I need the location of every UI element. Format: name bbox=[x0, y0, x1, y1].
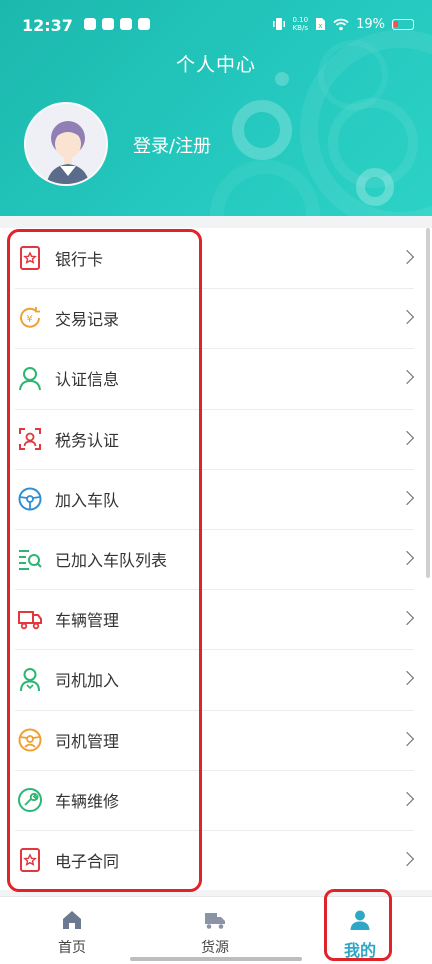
battery-icon bbox=[392, 18, 414, 30]
home-icon bbox=[63, 911, 81, 929]
status-time: 12:37 bbox=[22, 16, 73, 35]
tab-mine-highlight-box bbox=[324, 889, 392, 961]
tab-label: 首页 bbox=[58, 940, 86, 956]
chevron-right-icon bbox=[399, 310, 415, 325]
tab-cargo[interactable]: 货源 bbox=[170, 909, 260, 957]
decor-ring bbox=[232, 100, 292, 160]
status-right: 0.10 KB/s x 19% bbox=[272, 16, 414, 32]
net-speed: 0.10 KB/s bbox=[293, 16, 309, 32]
wifi-icon bbox=[333, 18, 349, 30]
tiktok-icon bbox=[120, 18, 132, 30]
chevron-right-icon bbox=[399, 430, 415, 445]
chevron-right-icon bbox=[399, 370, 415, 385]
chevron-right-icon bbox=[399, 490, 415, 505]
sim-icon: x bbox=[316, 18, 326, 30]
vibrate-icon bbox=[272, 18, 285, 30]
chevron-right-icon bbox=[399, 249, 415, 265]
page-title: 个人中心 bbox=[175, 54, 256, 76]
chevron-right-icon bbox=[399, 791, 415, 806]
avatar-illustration bbox=[26, 104, 106, 184]
chevron-right-icon bbox=[399, 851, 415, 866]
net-speed-value: 0.10 bbox=[292, 16, 309, 24]
net-speed-unit: KB/s bbox=[292, 24, 308, 32]
battery-percent: 19% bbox=[356, 16, 385, 32]
menu-highlight-box bbox=[7, 229, 202, 892]
status-bar: 12:37 0.10 KB/s x 19% bbox=[0, 0, 432, 48]
mail-icon bbox=[102, 18, 114, 30]
decor-circle bbox=[210, 160, 320, 216]
app-notification-icon bbox=[138, 18, 150, 30]
app-notification-icon bbox=[84, 18, 96, 30]
home-indicator[interactable] bbox=[130, 957, 302, 961]
profile-header: 12:37 0.10 KB/s x 19% 个人中心 登录/注册 bbox=[0, 0, 432, 216]
notification-icons bbox=[84, 18, 150, 30]
scrollbar[interactable] bbox=[426, 228, 430, 578]
login-register-link[interactable]: 登录/注册 bbox=[133, 132, 211, 158]
tab-label: 货源 bbox=[201, 940, 229, 956]
chevron-right-icon bbox=[399, 671, 415, 686]
decor-ring bbox=[356, 168, 394, 206]
svg-text:x: x bbox=[319, 22, 323, 30]
cargo-truck-icon bbox=[205, 913, 225, 929]
chevron-right-icon bbox=[399, 731, 415, 746]
tab-home[interactable]: 首页 bbox=[27, 909, 117, 957]
chevron-right-icon bbox=[399, 550, 415, 566]
chevron-right-icon bbox=[399, 611, 415, 626]
avatar[interactable] bbox=[24, 102, 108, 186]
